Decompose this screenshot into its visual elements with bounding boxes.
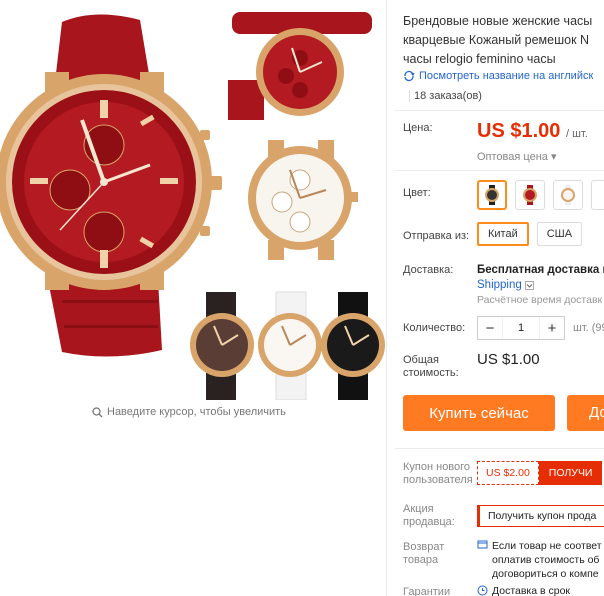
returns-icon [477, 540, 488, 549]
delivery-shipping-dropdown[interactable]: Shipping [477, 278, 604, 293]
total-label-line: Общая [403, 354, 439, 366]
product-title-line: Брендовые новые женские часы [403, 14, 593, 28]
wholesale-price-dropdown[interactable]: Оптовая цена ▾ [477, 150, 556, 163]
returns-label-line: Возврат [403, 541, 445, 553]
translate-title-link[interactable]: Посмотреть название на английск [403, 70, 593, 82]
quantity-increase-button[interactable]: + [540, 317, 564, 339]
color-swatch-red[interactable] [515, 180, 545, 210]
color-swatch-brown[interactable] [591, 180, 604, 210]
coupon-label-line: пользователя [403, 474, 473, 486]
delivery-info: Бесплатная доставка в I Shipping Расчётн… [477, 263, 604, 308]
price-value: US $1.00 / шт. [477, 120, 588, 143]
color-swatch-black[interactable] [477, 180, 507, 210]
coupon-label-line: Купон нового [403, 461, 471, 473]
delivery-shipping-text[interactable]: Shipping [477, 278, 522, 293]
buy-now-button[interactable]: Купить сейчас [403, 395, 555, 431]
delivery-estimate: Расчётное время доставк [477, 294, 603, 306]
black-watch-icon [485, 185, 499, 205]
chevron-down-icon [524, 281, 534, 290]
thumbnail-red-watch[interactable] [228, 12, 372, 120]
guarantee-label: Гарантии [403, 586, 451, 596]
delivery-label: Доставка: [403, 264, 454, 276]
divider [395, 170, 604, 171]
seller-promo-label-line: Акция [403, 503, 434, 515]
thumbnail-brown-watch[interactable] [190, 292, 254, 400]
returns-info: Если товар не соответ оплатив стоимость … [477, 539, 602, 581]
seller-promo-label: Акция продавца: [403, 503, 455, 529]
ship-from-options: Китай США [477, 222, 583, 246]
product-title: Брендовые новые женские часы кварцевые К… [403, 12, 604, 69]
returns-text-line: Если товар не соответ [492, 540, 602, 552]
main-product-image[interactable] [0, 0, 386, 401]
product-title-line: часы relogio feminino часы [403, 52, 556, 66]
total-label-line: стоимость: [403, 367, 459, 379]
ship-from-china[interactable]: Китай [477, 222, 529, 246]
divider [395, 110, 604, 111]
guarantee-text: Доставка в срок [492, 585, 571, 596]
quantity-input[interactable]: 1 [502, 317, 540, 339]
price-amount: US $1.00 [477, 120, 561, 142]
returns-text-line: оплатив стоимость об [492, 554, 600, 566]
divider [395, 448, 604, 449]
guarantee-info: Доставка в срок [477, 585, 570, 596]
get-coupon-button[interactable]: ПОЛУЧИ [538, 461, 603, 485]
total-value: US $1.00 [477, 351, 540, 368]
translate-icon [404, 70, 415, 82]
color-swatches [477, 180, 604, 210]
clock-icon [477, 585, 488, 596]
zoom-hint: Наведите курсор, чтобы увеличить [92, 406, 286, 418]
thumbnail-white-small-watch[interactable] [258, 291, 322, 401]
zoom-hint-text: Наведите курсор, чтобы увеличить [107, 406, 286, 418]
main-watch-image[interactable] [0, 14, 222, 357]
delivery-method: Бесплатная доставка в I [477, 264, 604, 276]
product-info-panel: Брендовые новые женские часы кварцевые К… [395, 0, 604, 596]
white-watch-icon [561, 185, 575, 205]
product-title-line: кварцевые Кожаный ремешок N [403, 33, 590, 47]
vertical-divider [386, 0, 387, 596]
color-swatch-white[interactable] [553, 180, 583, 210]
translate-link-text[interactable]: Посмотреть название на английск [419, 70, 593, 82]
quantity-decrease-button[interactable]: − [478, 317, 502, 339]
total-label: Общая стоимость: [403, 354, 459, 380]
quantity-stepper: − 1 + шт. (99 [477, 316, 604, 340]
add-to-cart-button[interactable]: До [567, 395, 604, 431]
coupon-label: Купон нового пользователя [403, 461, 473, 487]
product-page: Наведите курсор, чтобы увеличить Брендов… [0, 0, 604, 596]
returns-text-line: договориться о компе [492, 568, 599, 580]
ship-from-usa[interactable]: США [536, 222, 583, 246]
seller-coupon-button[interactable]: Получить купон прода [477, 505, 604, 527]
seller-promo-label-line: продавца: [403, 516, 455, 528]
magnifier-icon [92, 406, 103, 417]
new-user-coupon: US $2.00 ПОЛУЧИ [477, 461, 603, 485]
quantity-label: Количество: [403, 322, 466, 334]
quantity-unit: шт. (99 [573, 322, 604, 334]
coupon-amount: US $2.00 [477, 461, 539, 485]
thumbnail-black-watch[interactable] [321, 292, 385, 400]
returns-label: Возврат товара [403, 541, 444, 567]
product-gallery: Наведите курсор, чтобы увеличить [0, 0, 386, 596]
price-label: Цена: [403, 122, 433, 134]
red-watch-icon [523, 185, 537, 205]
returns-label-line: товара [403, 554, 439, 566]
orders-count: 18 заказа(ов) [409, 90, 482, 102]
color-label: Цвет: [403, 187, 431, 199]
thumbnail-white-watch[interactable] [248, 140, 358, 260]
ship-from-label: Отправка из: [403, 230, 470, 242]
price-unit: / шт. [565, 128, 588, 140]
